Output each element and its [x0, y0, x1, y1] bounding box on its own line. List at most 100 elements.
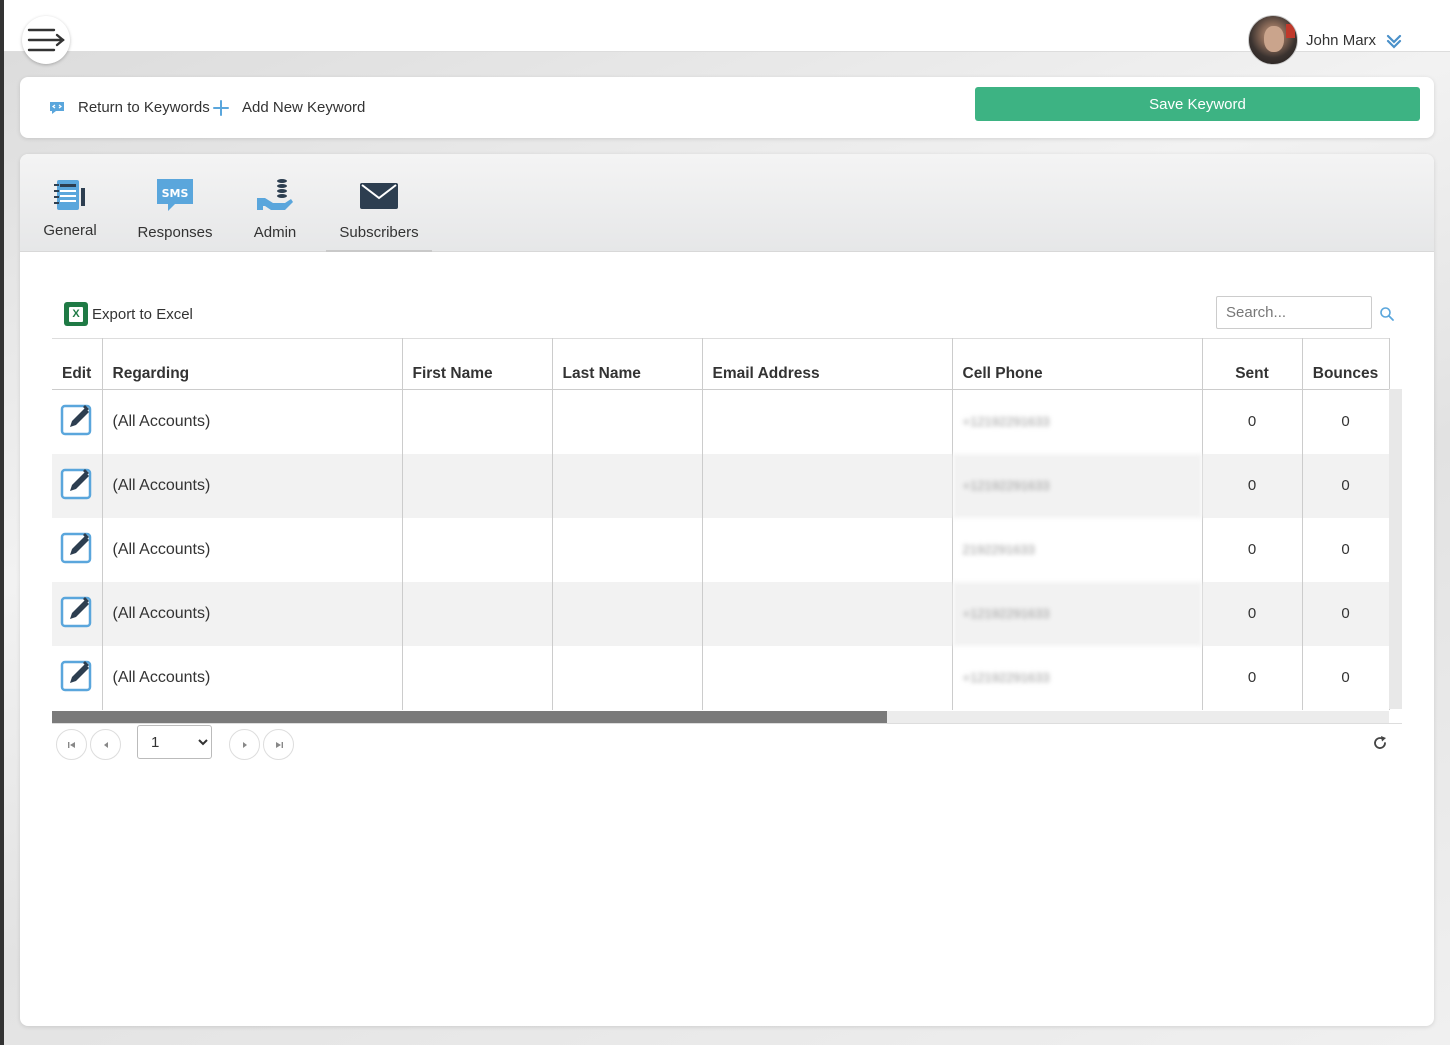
edit-cell [52, 581, 103, 646]
sent-cell: 0 [1202, 581, 1303, 646]
add-label: Add New Keyword [242, 99, 366, 116]
table-row: (All Accounts) +12192291633 0 0 [52, 389, 1390, 454]
bounces-cell: 0 [1302, 453, 1390, 518]
skip-first-icon [67, 741, 75, 748]
first-name-cell [402, 645, 553, 710]
bounces-cell: 0 [1302, 581, 1390, 646]
grid-header-row: Edit Regarding First Name Last Name Emai… [52, 338, 1390, 390]
first-name-cell [402, 581, 553, 646]
caret-left-icon [103, 741, 108, 748]
svg-text:SMS: SMS [162, 187, 189, 200]
column-header-cell-phone[interactable]: Cell Phone [952, 338, 1203, 390]
plus-icon [213, 99, 229, 116]
first-name-cell [402, 517, 553, 582]
regarding-cell: (All Accounts) [102, 581, 403, 646]
hand-coins-icon [257, 179, 293, 210]
table-row: (All Accounts) +12192291633 0 0 [52, 645, 1390, 710]
search-input[interactable] [1216, 296, 1372, 329]
edit-cell [52, 645, 103, 710]
cell-phone-cell: +12192291633 [952, 453, 1203, 518]
regarding-cell: (All Accounts) [102, 453, 403, 518]
notebook-icon [54, 180, 85, 210]
tab-admin-label: Admin [253, 224, 297, 241]
sent-cell: 0 [1202, 517, 1303, 582]
menu-arrow-icon [27, 28, 65, 52]
column-header-bounces[interactable]: Bounces [1302, 338, 1390, 390]
bounces-cell: 0 [1302, 517, 1390, 582]
sent-cell: 0 [1202, 453, 1303, 518]
horizontal-scrollbar-thumb[interactable] [52, 711, 887, 723]
pager-divider [52, 723, 1402, 724]
save-keyword-button[interactable]: Save Keyword [975, 87, 1420, 121]
bounces-cell: 0 [1302, 645, 1390, 710]
refresh-icon[interactable] [1372, 735, 1388, 751]
sent-cell: 0 [1202, 389, 1303, 454]
export-to-excel-button[interactable]: X Export to Excel [64, 302, 193, 326]
caret-right-icon [242, 741, 247, 748]
regarding-cell: (All Accounts) [102, 517, 403, 582]
email-cell [702, 581, 953, 646]
edit-icon [60, 660, 91, 692]
top-bar: John Marx [4, 0, 1450, 65]
next-page-button[interactable] [229, 729, 260, 760]
bounces-cell: 0 [1302, 389, 1390, 454]
horizontal-scrollbar[interactable] [52, 711, 1389, 723]
page-select[interactable]: 1 [137, 725, 212, 759]
column-header-edit[interactable]: Edit [52, 338, 103, 390]
user-name: John Marx [1306, 31, 1377, 49]
edit-row-button[interactable] [59, 657, 95, 698]
tab-admin[interactable]: Admin [252, 176, 298, 252]
column-header-last-name[interactable]: Last Name [552, 338, 703, 390]
vertical-scrollbar[interactable] [1389, 389, 1402, 709]
last-page-button[interactable] [263, 729, 294, 760]
user-menu[interactable]: John Marx [1248, 15, 1402, 65]
return-label: Return to Keywords [78, 99, 210, 116]
column-header-regarding[interactable]: Regarding [102, 338, 403, 390]
sent-cell: 0 [1202, 645, 1303, 710]
edit-cell [52, 389, 103, 454]
column-header-first-name[interactable]: First Name [402, 338, 553, 390]
tab-bar: General SMS Responses Admin Subscribers [20, 154, 1434, 252]
last-name-cell [552, 453, 703, 518]
tab-subscribers[interactable]: Subscribers [326, 176, 432, 252]
edit-cell [52, 453, 103, 518]
edit-cell [52, 517, 103, 582]
envelope-icon [360, 183, 398, 209]
last-name-cell [552, 581, 703, 646]
edit-row-button[interactable] [59, 401, 95, 442]
action-bar: Return to Keywords Add New Keyword Save … [20, 77, 1434, 138]
first-name-cell [402, 453, 553, 518]
edit-icon [60, 596, 91, 628]
excel-icon: X [64, 302, 88, 326]
email-cell [702, 517, 953, 582]
last-name-cell [552, 645, 703, 710]
tab-responses-label: Responses [137, 224, 213, 241]
column-header-email[interactable]: Email Address [702, 338, 953, 390]
email-cell [702, 645, 953, 710]
column-header-sent[interactable]: Sent [1202, 338, 1303, 390]
sms-icon: SMS [157, 179, 193, 211]
edit-row-button[interactable] [59, 593, 95, 634]
tab-responses[interactable]: SMS Responses [136, 176, 214, 252]
edit-row-button[interactable] [59, 465, 95, 506]
cell-phone-cell: +12192291633 [952, 389, 1203, 454]
tab-general-label: General [43, 222, 97, 239]
tab-subscribers-label: Subscribers [339, 224, 419, 241]
search-icon[interactable] [1379, 306, 1395, 322]
previous-page-button[interactable] [90, 729, 121, 760]
first-page-button[interactable] [56, 729, 87, 760]
export-label: Export to Excel [92, 305, 193, 323]
tab-general[interactable]: General [42, 176, 98, 252]
cell-phone-cell: 2192291633 [952, 517, 1203, 582]
email-cell [702, 389, 953, 454]
menu-toggle-button[interactable] [22, 16, 70, 64]
regarding-cell: (All Accounts) [102, 389, 403, 454]
edit-icon [60, 405, 91, 436]
add-new-keyword-link[interactable]: Add New Keyword [212, 77, 365, 138]
edit-row-button[interactable] [59, 529, 95, 570]
return-to-keywords-link[interactable]: Return to Keywords [48, 77, 210, 138]
regarding-cell: (All Accounts) [102, 645, 403, 710]
table-row: (All Accounts) +12192291633 0 0 [52, 453, 1390, 518]
keyword-panel: General SMS Responses Admin Subscribers [20, 154, 1434, 1026]
edit-icon [60, 468, 91, 500]
